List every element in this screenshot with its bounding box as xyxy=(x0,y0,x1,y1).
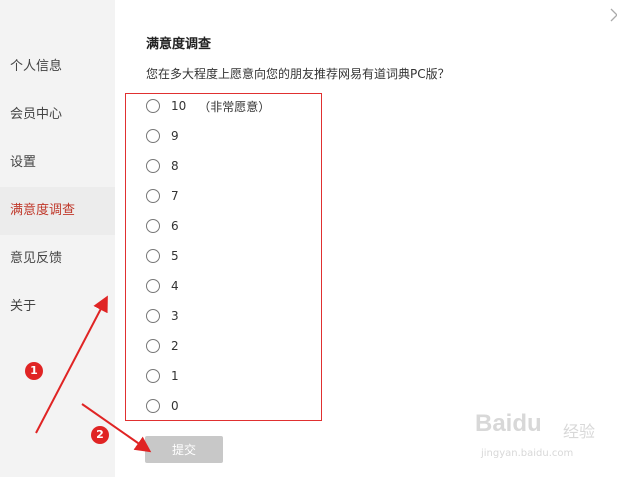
radio-button[interactable] xyxy=(146,309,160,323)
chevron-right-icon[interactable] xyxy=(609,8,617,22)
option-8[interactable]: 8 xyxy=(146,157,179,175)
option-label: 7 xyxy=(171,189,179,203)
submit-button[interactable]: 提交 xyxy=(145,436,223,463)
radio-button[interactable] xyxy=(146,159,160,173)
option-label: 9 xyxy=(171,129,179,143)
radio-button[interactable] xyxy=(146,99,160,113)
option-label: 3 xyxy=(171,309,179,323)
radio-button[interactable] xyxy=(146,399,160,413)
option-label: 1 xyxy=(171,369,179,383)
annotation-badge-1: 1 xyxy=(25,362,43,380)
survey-question: 您在多大程度上愿意向您的朋友推荐网易有道词典PC版？ xyxy=(146,67,450,81)
option-7[interactable]: 7 xyxy=(146,187,179,205)
option-label: 0 xyxy=(171,399,179,413)
option-4[interactable]: 4 xyxy=(146,277,179,295)
sidebar-item-personal-info[interactable]: 个人信息 xyxy=(0,43,115,91)
option-1[interactable]: 1 xyxy=(146,367,179,385)
watermark-logo: Baidu xyxy=(475,410,542,437)
option-label: 4 xyxy=(171,279,179,293)
sidebar-item-settings[interactable]: 设置 xyxy=(0,139,115,187)
radio-button[interactable] xyxy=(146,129,160,143)
option-label: 8 xyxy=(171,159,179,173)
option-label: 2 xyxy=(171,339,179,353)
option-6[interactable]: 6 xyxy=(146,217,179,235)
radio-button[interactable] xyxy=(146,369,160,383)
radio-button[interactable] xyxy=(146,279,160,293)
option-2[interactable]: 2 xyxy=(146,337,179,355)
radio-button[interactable] xyxy=(146,249,160,263)
option-label: 10 xyxy=(171,99,187,113)
sidebar-item-feedback[interactable]: 意见反馈 xyxy=(0,235,115,283)
watermark: Baidu 经验 jingyan.baidu.com xyxy=(475,410,615,470)
option-5[interactable]: 5 xyxy=(146,247,179,265)
option-9[interactable]: 9 xyxy=(146,127,179,145)
option-3[interactable]: 3 xyxy=(146,307,179,325)
option-0[interactable]: 0 xyxy=(146,397,179,415)
sidebar-item-member-center[interactable]: 会员中心 xyxy=(0,91,115,139)
sidebar-item-about[interactable]: 关于 xyxy=(0,283,115,331)
watermark-url: jingyan.baidu.com xyxy=(481,448,574,459)
option-note: （非常愿意） xyxy=(198,99,271,114)
option-label: 5 xyxy=(171,249,179,263)
radio-button[interactable] xyxy=(146,219,160,233)
sidebar-item-satisfaction-survey[interactable]: 满意度调查 xyxy=(0,187,115,235)
page-title: 满意度调查 xyxy=(146,37,212,52)
option-10[interactable]: 10 （非常愿意） xyxy=(146,97,270,115)
annotation-badge-2: 2 xyxy=(91,426,109,444)
watermark-text: 经验 xyxy=(563,422,596,441)
radio-button[interactable] xyxy=(146,189,160,203)
option-label: 6 xyxy=(171,219,179,233)
sidebar: 个人信息 会员中心 设置 满意度调查 意见反馈 关于 xyxy=(0,0,115,477)
radio-button[interactable] xyxy=(146,339,160,353)
